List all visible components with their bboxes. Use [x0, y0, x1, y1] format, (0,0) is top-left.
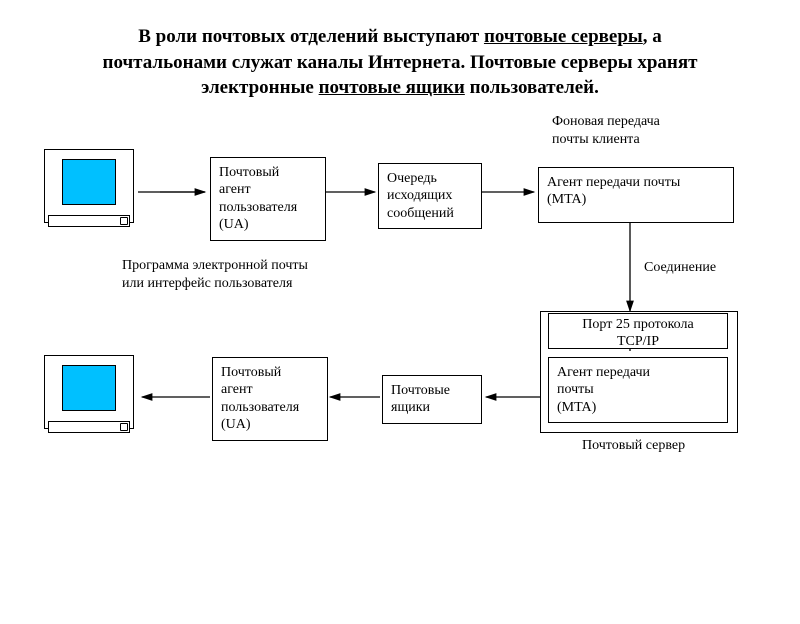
diagram-canvas: Почтовыйагентпользователя(UA) Очередьисх… [0, 107, 800, 487]
node-outgoing-queue: Очередьисходящихсообщений [378, 163, 482, 230]
title-paragraph: В роли почтовых отделений выступают почт… [80, 24, 720, 101]
node-mailbox: Почтовыеящики [382, 375, 482, 424]
label-client-program: Программа электронной почтыили интерфейс… [122, 257, 308, 293]
node-mta-top: Агент передачи почты(MTA) [538, 167, 734, 223]
ua2-text: Почтовыйагентпользователя(UA) [221, 365, 299, 433]
mailbox-text: Почтовыеящики [391, 383, 450, 416]
node-mta-bottom: Агент передачипочты(MTA) [548, 357, 728, 424]
mta1-text: Агент передачи почты(MTA) [547, 175, 680, 208]
title-part3: пользователей. [465, 77, 599, 98]
ua1-text: Почтовыйагентпользователя(UA) [219, 165, 297, 233]
label-connection: Соединение [644, 259, 716, 277]
port25-text: Порт 25 протоколаTCP/IP [582, 317, 693, 350]
node-port25: Порт 25 протоколаTCP/IP [548, 313, 728, 349]
mta2-text: Агент передачипочты(MTA) [557, 365, 650, 415]
label-mail-server: Почтовый сервер [582, 437, 685, 455]
title-underline1: почтовые серверы [484, 26, 643, 47]
label-background-transfer: Фоновая передачапочты клиента [552, 113, 660, 149]
title-part1: В роли почтовых отделений выступают [138, 26, 484, 47]
title-underline2: почтовые ящики [319, 77, 465, 98]
node-user-agent-sender: Почтовыйагентпользователя(UA) [210, 157, 326, 241]
computer-icon-receiver [44, 355, 134, 435]
node-user-agent-receiver: Почтовыйагентпользователя(UA) [212, 357, 328, 441]
computer-icon-sender [44, 149, 134, 229]
queue-text: Очередьисходящихсообщений [387, 171, 454, 221]
